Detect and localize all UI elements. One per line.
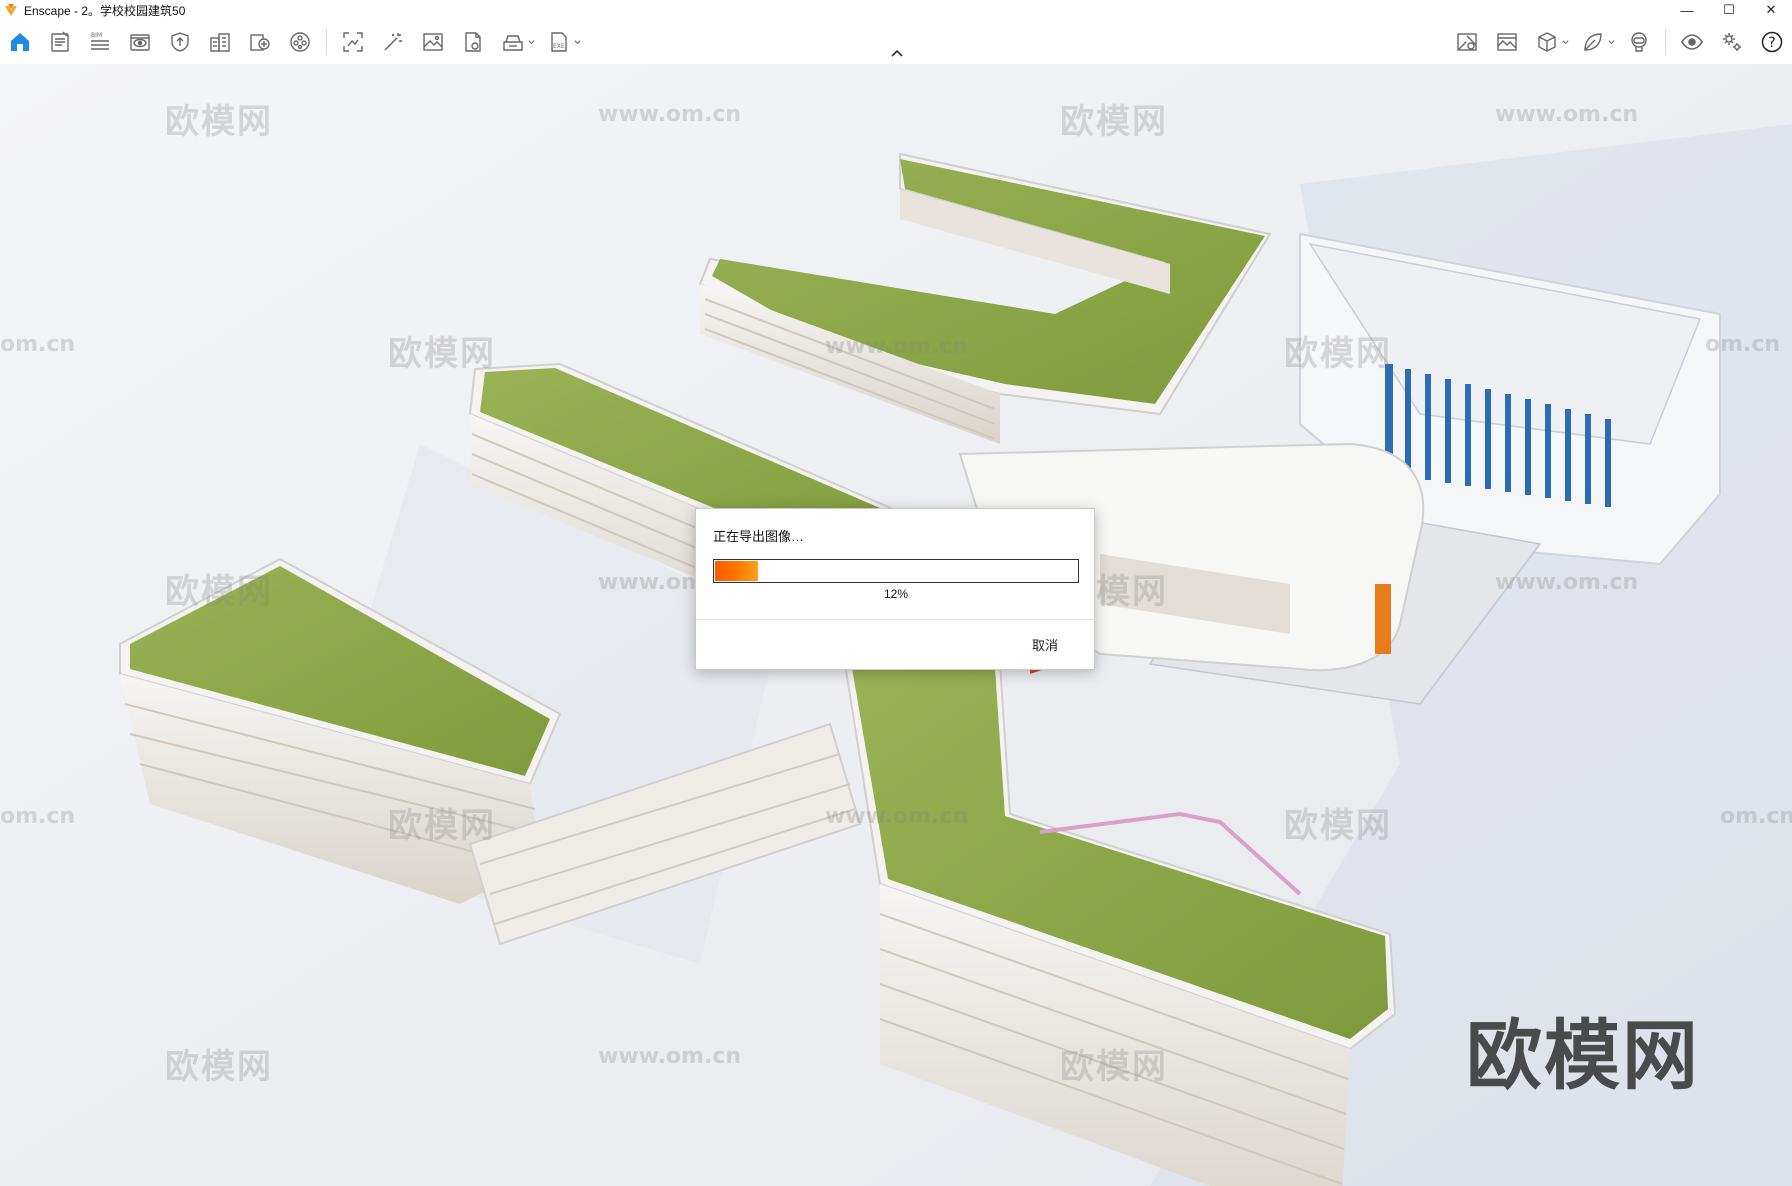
toolbar-right-group: ? bbox=[1447, 20, 1792, 64]
watermark-brand: 欧模网 bbox=[388, 334, 496, 374]
export-progress-dialog: 正在导出图像… 12% 取消 bbox=[695, 508, 1096, 670]
dialog-title: 正在导出图像… bbox=[713, 529, 805, 544]
watermark-brand: 欧模网 bbox=[165, 102, 273, 142]
export-exe-button[interactable]: EXE bbox=[539, 20, 579, 64]
vr-button[interactable] bbox=[1619, 20, 1659, 64]
home-button[interactable] bbox=[0, 20, 40, 64]
notes-icon bbox=[51, 31, 69, 52]
home-icon bbox=[11, 33, 29, 51]
batch-render-button[interactable] bbox=[493, 20, 533, 64]
cube-icon bbox=[1538, 32, 1556, 52]
help-icon: ? bbox=[1761, 31, 1783, 53]
bim-button[interactable]: BIM bbox=[80, 20, 120, 64]
svg-text:?: ? bbox=[1768, 35, 1775, 51]
image-gallery-button[interactable] bbox=[1487, 20, 1527, 64]
bim-icon: BIM bbox=[91, 32, 109, 50]
material-icon bbox=[290, 32, 310, 52]
watermark-brand: 欧模网 bbox=[1060, 1047, 1168, 1087]
notes-button[interactable] bbox=[40, 20, 80, 64]
help-button[interactable]: ? bbox=[1752, 20, 1792, 64]
export-exe-icon: EXE bbox=[551, 32, 567, 52]
watermark-brand: 欧模网 bbox=[1060, 102, 1168, 142]
cancel-button[interactable]: 取消 bbox=[1028, 633, 1062, 656]
watermark-url-partial: om.cn bbox=[0, 804, 76, 829]
building-icon bbox=[210, 33, 230, 52]
material-button[interactable] bbox=[280, 20, 320, 64]
watermark-url-partial: om.cn bbox=[1720, 804, 1792, 829]
leaf-icon bbox=[1584, 33, 1602, 51]
enscape-logo-icon bbox=[4, 3, 18, 17]
leaf-button[interactable] bbox=[1573, 20, 1613, 64]
dialog-divider bbox=[696, 619, 1096, 620]
watermark-brand-large: 欧模网 bbox=[1466, 1011, 1700, 1100]
watermark-url: www.om.cn bbox=[825, 334, 969, 359]
image-gallery-icon bbox=[1497, 33, 1517, 51]
map-pin-icon bbox=[1457, 33, 1477, 51]
progress-fill bbox=[715, 561, 758, 581]
watermark-brand: 欧模网 bbox=[1284, 806, 1392, 846]
batch-render-icon bbox=[503, 35, 523, 51]
chevron-up-icon bbox=[891, 49, 903, 57]
magic-wand-icon bbox=[384, 33, 402, 51]
asset-library-button[interactable] bbox=[240, 20, 280, 64]
title-bar: Enscape - 2。学校校园建筑50 — ☐ ✕ bbox=[0, 0, 1792, 20]
screenshot-icon bbox=[423, 33, 443, 51]
window-controls: — ☐ ✕ bbox=[1666, 0, 1792, 20]
render-file-button[interactable] bbox=[453, 20, 493, 64]
magic-wand-button[interactable] bbox=[373, 20, 413, 64]
shield-button[interactable] bbox=[160, 20, 200, 64]
window-title: Enscape - 2。学校校园建筑50 bbox=[24, 3, 186, 18]
progress-percent-text: 12% bbox=[883, 587, 909, 601]
watermark-url-partial: om.cn bbox=[1705, 332, 1781, 357]
view-icon bbox=[130, 34, 150, 51]
toolbar-separator bbox=[326, 29, 327, 55]
capture-button[interactable] bbox=[333, 20, 373, 64]
maximize-button[interactable]: ☐ bbox=[1708, 0, 1750, 20]
watermark-url: www.om.cn bbox=[825, 804, 969, 829]
watermark-brand: 欧模网 bbox=[388, 806, 496, 846]
building-button[interactable] bbox=[200, 20, 240, 64]
svg-text:EXE: EXE bbox=[553, 43, 565, 50]
watermark-url: www.om.cn bbox=[598, 102, 742, 127]
svg-text:BIM: BIM bbox=[91, 32, 102, 39]
toolbar-separator bbox=[1665, 29, 1666, 55]
shield-icon bbox=[171, 32, 189, 52]
watermark-brand: 欧模网 bbox=[165, 572, 273, 612]
collapse-toolbar-button[interactable] bbox=[886, 46, 908, 60]
view-button[interactable] bbox=[120, 20, 160, 64]
settings-button[interactable] bbox=[1712, 20, 1752, 64]
watermark-url: www.om.cn bbox=[1495, 102, 1639, 127]
watermark-url: www.om.cn bbox=[598, 1044, 742, 1069]
capture-icon bbox=[343, 32, 363, 52]
toolbar-left-group: BIM EXE bbox=[0, 20, 585, 64]
close-button[interactable]: ✕ bbox=[1750, 0, 1792, 20]
map-button[interactable] bbox=[1447, 20, 1487, 64]
watermark-brand: 欧模网 bbox=[165, 1047, 273, 1087]
settings-icon bbox=[1723, 33, 1741, 51]
watermark-url: www.om.cn bbox=[1495, 570, 1639, 595]
render-file-icon bbox=[465, 32, 481, 52]
cube-button[interactable] bbox=[1527, 20, 1567, 64]
asset-library-icon bbox=[250, 34, 270, 51]
minimize-button[interactable]: — bbox=[1666, 0, 1708, 20]
watermark-url-partial: om.cn bbox=[0, 332, 76, 357]
visibility-button[interactable] bbox=[1672, 20, 1712, 64]
vr-headset-icon bbox=[1631, 32, 1647, 52]
visibility-icon bbox=[1681, 34, 1703, 50]
screenshot-button[interactable] bbox=[413, 20, 453, 64]
watermark-brand: 欧模网 bbox=[1284, 334, 1392, 374]
export-progress-bar bbox=[713, 559, 1079, 583]
